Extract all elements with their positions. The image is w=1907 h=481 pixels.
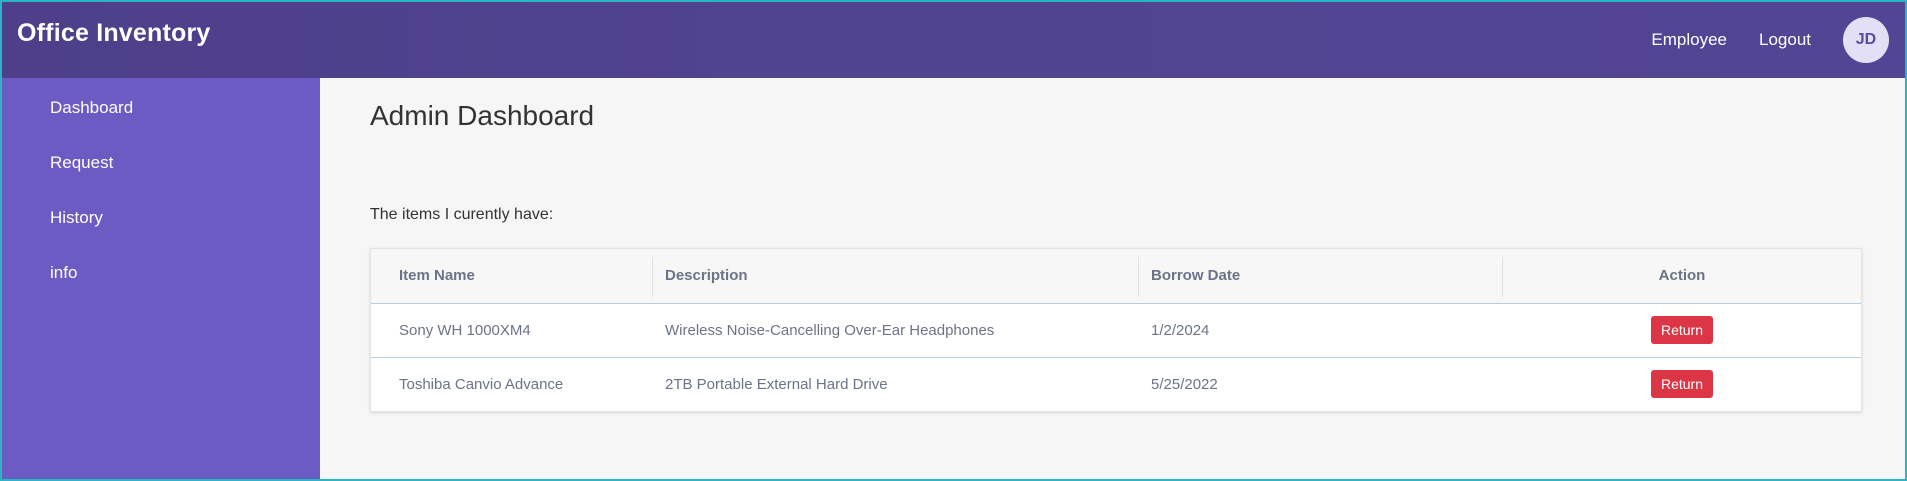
- cell-borrow-date: 5/25/2022: [1151, 375, 1218, 393]
- avatar[interactable]: JD: [1843, 17, 1889, 63]
- cell-description: 2TB Portable External Hard Drive: [665, 375, 888, 393]
- top-navbar: Office Inventory Employee Logout JD: [2, 2, 1905, 78]
- main-content: Admin Dashboard The items I curently hav…: [320, 78, 1905, 479]
- cell-action: Return: [1503, 303, 1861, 357]
- header-borrow-date-label: Borrow Date: [1151, 267, 1241, 285]
- return-button[interactable]: Return: [1650, 316, 1714, 344]
- items-table-card: Item Name Description Borrow Date Action…: [370, 248, 1862, 412]
- sidebar: Dashboard Request History info: [2, 78, 320, 479]
- cell-item-name: Toshiba Canvio Advance: [399, 375, 564, 393]
- table-header-row: Item Name Description Borrow Date Action: [371, 249, 1861, 303]
- header-item-name: Item Name: [371, 249, 653, 303]
- top-nav-links: Employee Logout JD: [1619, 17, 1889, 63]
- sidebar-item-info[interactable]: info: [50, 263, 77, 283]
- header-description-label: Description: [665, 267, 748, 285]
- page-title: Admin Dashboard: [370, 100, 595, 131]
- header-description: Description: [653, 249, 1139, 303]
- header-borrow-date: Borrow Date: [1139, 249, 1503, 303]
- return-button[interactable]: Return: [1650, 370, 1714, 399]
- items-subtitle: The items I curently have:: [370, 206, 554, 223]
- header-item-name-label: Item Name: [399, 267, 475, 285]
- cell-description: Wireless Noise-Cancelling Over-Ear Headp…: [665, 321, 995, 339]
- cell-action: Return: [1503, 357, 1861, 411]
- header-action: Action: [1503, 249, 1861, 303]
- items-table: Item Name Description Borrow Date Action…: [371, 249, 1861, 411]
- sidebar-item-history[interactable]: History: [50, 208, 103, 228]
- table-row: Sony WH 1000XM4 Wireless Noise-Cancellin…: [371, 303, 1861, 357]
- employee-link[interactable]: Employee: [1651, 30, 1727, 50]
- sidebar-item-dashboard[interactable]: Dashboard: [50, 98, 133, 118]
- header-action-label: Action: [1658, 267, 1706, 285]
- cell-borrow-date: 1/2/2024: [1151, 321, 1210, 339]
- sidebar-item-request[interactable]: Request: [50, 153, 113, 173]
- app-title[interactable]: Office Inventory: [17, 19, 211, 48]
- cell-item-name: Sony WH 1000XM4: [399, 321, 531, 339]
- table-row: Toshiba Canvio Advance 2TB Portable Exte…: [371, 357, 1861, 411]
- logout-link[interactable]: Logout: [1759, 30, 1811, 50]
